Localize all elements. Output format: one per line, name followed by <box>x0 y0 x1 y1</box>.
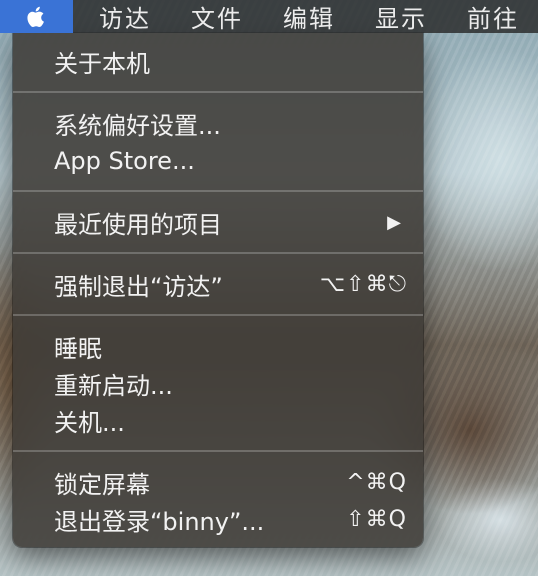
menu-item-lock-screen[interactable]: 锁定屏幕 ^⌘Q <box>13 464 423 501</box>
menu-item-sleep[interactable]: 睡眠 <box>13 328 423 365</box>
menu-separator <box>13 190 423 192</box>
menu-item-shortcut: ⌥⇧⌘⎋ <box>319 272 407 297</box>
menu-separator <box>13 252 423 254</box>
menu-item-shortcut: ^⌘Q <box>346 470 407 495</box>
menu-item-log-out[interactable]: 退出登录“binny”... ⇧⌘Q <box>13 501 423 538</box>
menubar-item-view[interactable]: 显示 <box>349 0 441 33</box>
menu-item-label: 关于本机 <box>54 50 150 78</box>
menu-item-restart[interactable]: 重新启动... <box>13 365 423 402</box>
menu-item-label: 最近使用的项目 <box>54 211 222 239</box>
menu-item-label: 睡眠 <box>54 335 102 363</box>
menu-item-app-store[interactable]: App Store... <box>13 142 423 179</box>
menu-item-label: 关机... <box>54 409 125 437</box>
menu-item-label: 重新启动... <box>54 372 173 400</box>
menu-item-label: 退出登录“binny”... <box>54 508 265 536</box>
menu-item-system-preferences[interactable]: 系统偏好设置... <box>13 105 423 142</box>
menubar-item-go[interactable]: 前往 <box>441 0 533 33</box>
submenu-arrow-icon: ▶ <box>387 212 401 233</box>
menu-item-shortcut: ⇧⌘Q <box>346 507 407 532</box>
menu-separator <box>13 450 423 452</box>
menu-separator <box>13 314 423 316</box>
menu-item-shut-down[interactable]: 关机... <box>13 402 423 439</box>
menubar-item-finder[interactable]: 访达 <box>73 0 165 33</box>
menubar-item-edit[interactable]: 编辑 <box>257 0 349 33</box>
menu-item-force-quit[interactable]: 强制退出“访达” ⌥⇧⌘⎋ <box>13 266 423 303</box>
menu-item-about-this-mac[interactable]: 关于本机 <box>13 43 423 80</box>
menu-item-label: 系统偏好设置... <box>54 112 221 140</box>
menu-item-label: 强制退出“访达” <box>54 273 223 301</box>
apple-menu-button[interactable] <box>0 0 73 33</box>
menu-bar: 访达 文件 编辑 显示 前往 <box>0 0 538 33</box>
menu-item-label: App Store... <box>54 146 195 175</box>
apple-menu-dropdown: 关于本机 系统偏好设置... App Store... 最近使用的项目 ▶ 强制… <box>13 33 423 547</box>
apple-logo-icon <box>26 6 44 27</box>
menu-item-label: 锁定屏幕 <box>54 471 150 499</box>
menu-item-recent-items[interactable]: 最近使用的项目 ▶ <box>13 204 423 241</box>
menubar-item-file[interactable]: 文件 <box>165 0 257 33</box>
menu-separator <box>13 91 423 93</box>
